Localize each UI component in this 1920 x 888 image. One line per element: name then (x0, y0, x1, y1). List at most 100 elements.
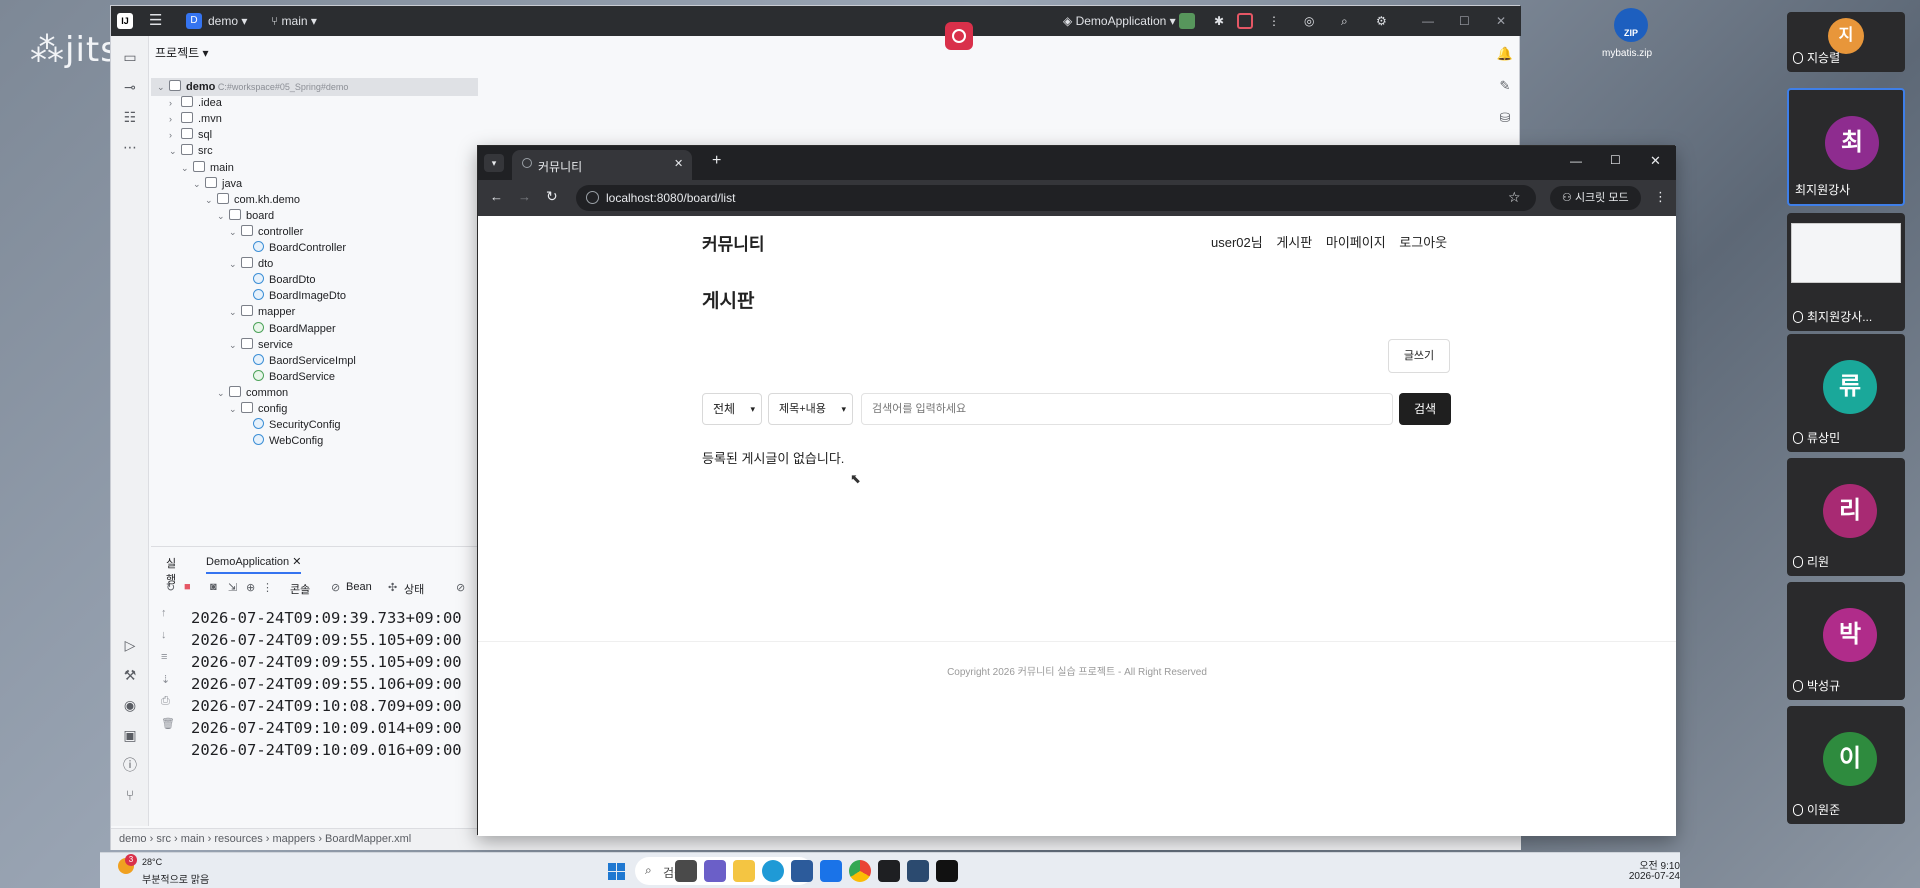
tree-item[interactable]: WebConfig (151, 432, 478, 450)
write-button[interactable]: 글쓰기 (1388, 339, 1450, 373)
participant-tile[interactable]: 박 박성규 (1787, 582, 1905, 700)
rerun-icon[interactable] (1179, 13, 1195, 29)
zip-file-icon[interactable]: ZIP (1611, 8, 1651, 48)
windows-start-icon[interactable] (608, 863, 625, 880)
minimize-icon[interactable]: — (1422, 14, 1434, 28)
reload-icon[interactable]: ↻ (546, 188, 558, 205)
tab-bean[interactable]: Bean (346, 581, 372, 593)
search-input[interactable] (861, 393, 1393, 425)
notifications-icon[interactable]: 🔔 (1496, 46, 1514, 64)
nav-board[interactable]: 게시판 (1276, 235, 1312, 250)
ai-chat-icon[interactable]: ✎ (1496, 78, 1514, 96)
teams-icon[interactable] (704, 860, 726, 882)
structure-tool-icon[interactable]: ☷ (121, 108, 139, 126)
disable-icon[interactable]: ⊘ (456, 581, 465, 594)
browser-minimize-icon[interactable]: — (1570, 154, 1582, 168)
close-icon[interactable]: ✕ (1496, 14, 1506, 28)
forward-icon[interactable]: → (518, 189, 531, 204)
participant-tile[interactable]: 류 류상민 (1787, 334, 1905, 452)
clock-time[interactable]: 오전 9:10 (1630, 857, 1680, 872)
problems-tool-icon[interactable]: ⓘ (121, 756, 139, 774)
project-panel-header[interactable]: 프로젝트 ▾ (155, 44, 209, 61)
run-config-select[interactable]: ◈ DemoApplication ▾ (1063, 14, 1176, 28)
browser-close-icon[interactable]: ✕ (1650, 153, 1661, 169)
browser-tab[interactable]: 커뮤니티 ✕ (512, 150, 692, 180)
branch-switcher[interactable]: ⑂ main ▾ (271, 14, 317, 28)
soft-wrap-icon[interactable]: ≡ (161, 651, 181, 673)
print-icon[interactable]: ⎙ (161, 695, 181, 717)
services-tool-icon[interactable]: ◉ (121, 696, 139, 714)
participant-tile[interactable]: 최 최지원강사 (1787, 88, 1905, 206)
breadcrumb-item[interactable]: main (181, 833, 205, 845)
weather-desc[interactable]: 부분적으로 맑음 (142, 871, 209, 886)
maximize-icon[interactable]: ☐ (1459, 14, 1470, 28)
tab-console[interactable]: 콘솔 (290, 581, 310, 597)
task-view-icon[interactable] (675, 860, 697, 882)
new-tab-icon[interactable]: + (712, 152, 721, 170)
weather-temp[interactable]: 28°C (142, 857, 162, 867)
incognito-badge[interactable]: ⚇ 시크릿 모드 (1550, 186, 1641, 210)
project-switcher[interactable]: demo ▾ (208, 14, 247, 28)
commit-tool-icon[interactable]: ⊸ (121, 78, 139, 96)
search-icon[interactable]: ⌕ (1341, 14, 1348, 29)
outlook-icon[interactable] (820, 860, 842, 882)
breadcrumb-item[interactable]: src (156, 833, 171, 845)
back-icon[interactable]: ← (490, 189, 503, 204)
participant-tile[interactable]: 지 지승렬 (1787, 12, 1905, 72)
bookmark-star-icon[interactable]: ☆ (1508, 189, 1521, 206)
scroll-end-icon[interactable]: ⇣ (161, 673, 181, 695)
tab-search-icon[interactable]: ▾ (484, 154, 504, 172)
intellij-taskbar-icon[interactable] (878, 860, 900, 882)
run-tool-icon[interactable]: ▷ (121, 636, 139, 654)
tab-close-icon[interactable]: ✕ (674, 157, 683, 170)
export-icon[interactable]: ⇲ (228, 581, 237, 594)
more-icon[interactable]: ⋮ (1268, 14, 1280, 28)
search-button[interactable]: 검색 (1399, 393, 1451, 425)
browser-maximize-icon[interactable]: ☐ (1610, 153, 1621, 167)
notion-icon[interactable] (936, 860, 958, 882)
run-more-icon[interactable]: ⋮ (262, 581, 273, 594)
rerun-small-icon[interactable]: ↻ (166, 581, 175, 594)
terminal-tool-icon[interactable]: ▣ (121, 726, 139, 744)
site-brand[interactable]: 커뮤니티 (702, 230, 765, 255)
settings-gear-icon[interactable]: ⚙ (1376, 14, 1387, 28)
chrome-icon[interactable] (849, 860, 871, 882)
site-info-icon[interactable] (586, 191, 599, 204)
project-tool-icon[interactable]: ▭ (121, 48, 139, 66)
nav-mypage[interactable]: 마이페이지 (1326, 235, 1386, 250)
hamburger-menu-icon[interactable]: ☰ (149, 11, 162, 29)
participant-tile[interactable]: 리 리원 (1787, 458, 1905, 576)
browser-menu-icon[interactable]: ⋮ (1654, 189, 1667, 205)
tab-status[interactable]: 상태 (404, 581, 424, 597)
record-indicator[interactable] (945, 22, 973, 50)
clock-date[interactable]: 2026-07-24 (1612, 871, 1680, 882)
scroll-down-icon[interactable]: ↓ (161, 629, 181, 651)
build-tool-icon[interactable]: ⚒ (121, 666, 139, 684)
ai-assistant-icon[interactable]: ◎ (1304, 14, 1314, 28)
stop-icon[interactable] (1237, 13, 1253, 29)
store-icon[interactable] (791, 860, 813, 882)
database-icon[interactable]: ⛁ (1496, 110, 1514, 128)
filter-select[interactable]: 전체 ▾ (702, 393, 762, 425)
breadcrumb-item[interactable]: resources (214, 833, 262, 845)
nav-logout[interactable]: 로그아웃 (1399, 235, 1447, 250)
clear-console-icon[interactable]: 🗑 (161, 717, 181, 739)
edge-icon[interactable] (762, 860, 784, 882)
camera-icon[interactable]: ◙ (210, 581, 217, 593)
breadcrumb-item[interactable]: BoardMapper.xml (325, 833, 411, 845)
field-select[interactable]: 제목+내용 ▾ (768, 393, 853, 425)
run-tab-demoapplication[interactable]: DemoApplication ✕ (206, 555, 302, 574)
more-tools-icon[interactable]: ⋯ (121, 138, 139, 156)
stop-small-icon[interactable]: ■ (184, 581, 191, 593)
file-explorer-icon[interactable] (733, 860, 755, 882)
zoom-icon[interactable]: ⊕ (246, 581, 255, 594)
participant-tile[interactable]: 최지원강사... (1787, 213, 1905, 331)
breadcrumb-item[interactable]: demo (119, 833, 147, 845)
vscode-icon[interactable] (907, 860, 929, 882)
address-bar[interactable]: localhost:8080/board/list ☆ (576, 185, 1536, 211)
scroll-up-icon[interactable]: ↑ (161, 607, 181, 629)
git-tool-icon[interactable]: ⑂ (121, 786, 139, 804)
debug-icon[interactable]: ✱ (1214, 14, 1224, 28)
participant-tile[interactable]: 이 이원준 (1787, 706, 1905, 824)
breadcrumb-item[interactable]: mappers (272, 833, 315, 845)
